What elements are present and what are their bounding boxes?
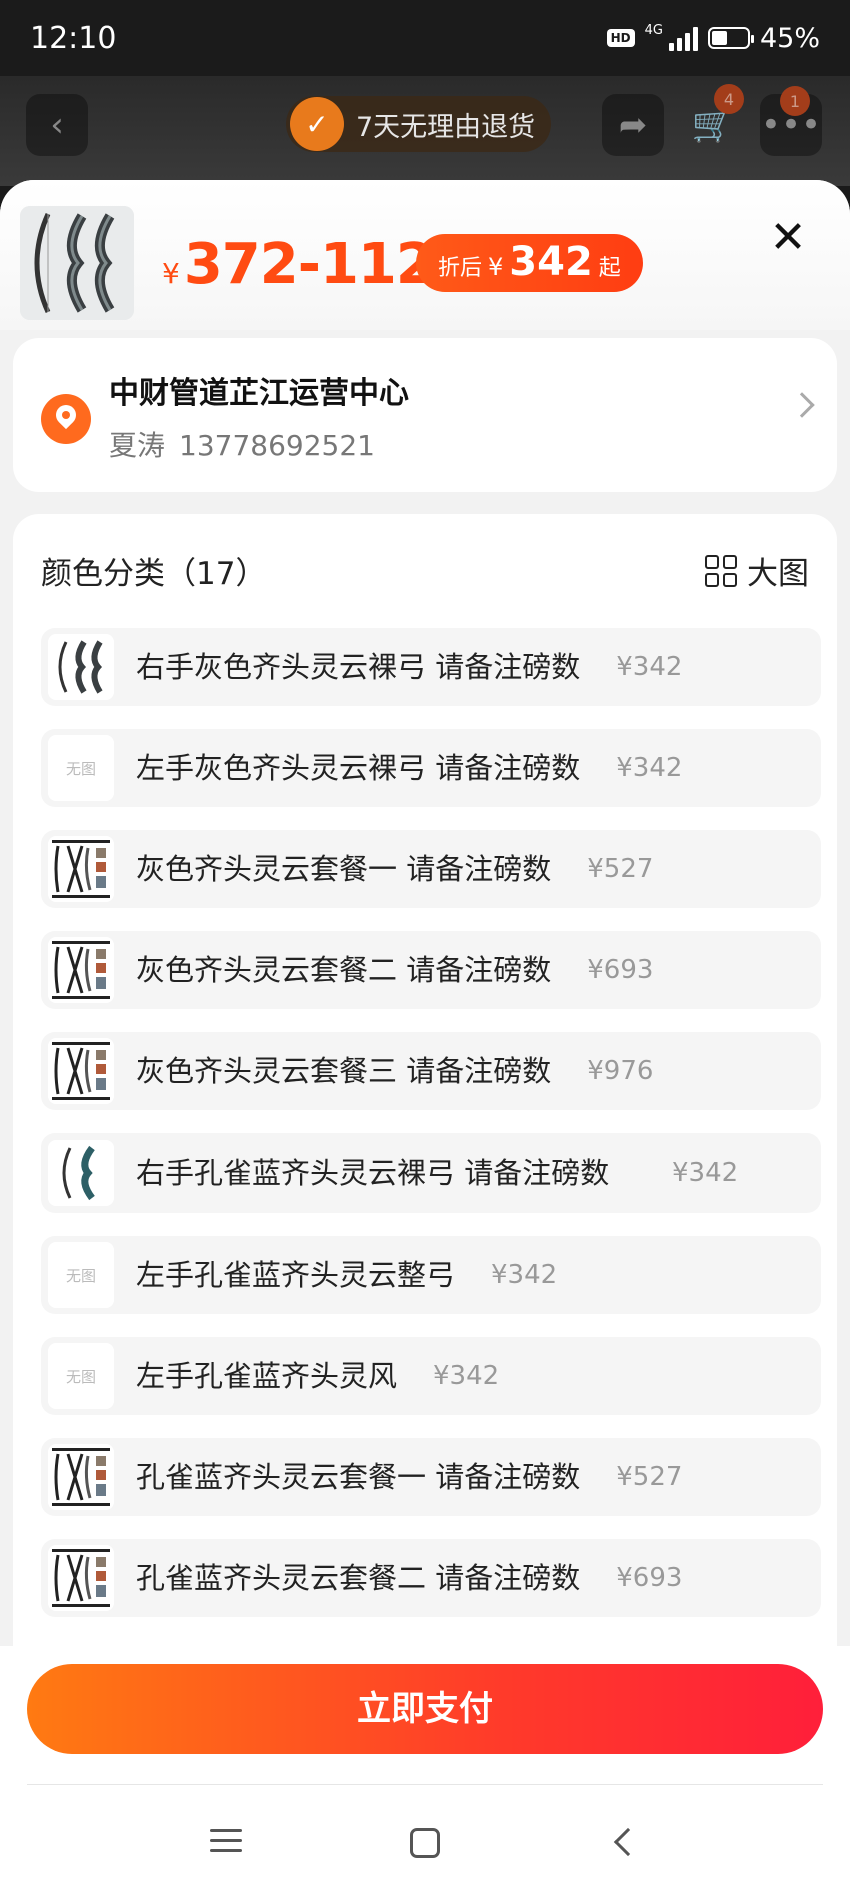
sheet-header: ¥ 372-1126 折后 ¥ 342 起 ✕ bbox=[0, 180, 850, 330]
sku-option-name: 灰色齐头灵云套餐三 请备注磅数 bbox=[136, 1054, 552, 1088]
big-view-label: 大图 bbox=[747, 556, 809, 592]
sku-option-name: 左手灰色齐头灵云裸弓 请备注磅数 bbox=[136, 751, 581, 785]
big-view-toggle[interactable]: 大图 bbox=[705, 548, 809, 593]
cart-count-badge: 4 bbox=[714, 84, 744, 114]
close-button[interactable]: ✕ bbox=[766, 216, 810, 260]
sku-option-price: ¥693 bbox=[587, 955, 654, 985]
sku-option-price: ¥342 bbox=[433, 1361, 500, 1391]
sku-option[interactable]: 灰色齐头灵云套餐一 请备注磅数 ¥527 bbox=[41, 830, 821, 908]
sku-option-price: ¥693 bbox=[616, 1563, 683, 1593]
home-icon[interactable] bbox=[410, 1828, 440, 1858]
location-pin-icon bbox=[41, 394, 91, 444]
system-nav-bar bbox=[0, 1806, 850, 1886]
return-policy-pill: ✓ 7天无理由退货 bbox=[286, 96, 552, 152]
bottom-bar: 立即支付 bbox=[0, 1646, 850, 1889]
sku-option-name: 左手孔雀蓝齐头灵风 bbox=[136, 1359, 398, 1393]
status-indicators: HD 4G 45% bbox=[606, 22, 820, 54]
sku-option-name: 左手孔雀蓝齐头灵云整弓 bbox=[136, 1258, 456, 1292]
sku-thumbnail bbox=[48, 836, 114, 902]
sku-thumbnail bbox=[48, 937, 114, 1003]
back-button[interactable]: ‹ bbox=[26, 94, 88, 156]
sku-option[interactable]: 无图 左手灰色齐头灵云裸弓 请备注磅数 ¥342 bbox=[41, 729, 821, 807]
sku-option-name: 灰色齐头灵云套餐二 请备注磅数 bbox=[136, 953, 552, 987]
product-thumbnail[interactable] bbox=[20, 206, 134, 320]
signal-icon bbox=[668, 25, 698, 51]
chevron-right-icon bbox=[789, 392, 815, 418]
chevron-left-icon: ‹ bbox=[50, 105, 64, 145]
address-name: 中财管道芷江运营中心 bbox=[109, 376, 409, 411]
battery-icon bbox=[707, 27, 754, 49]
background-product-nav: ‹ ✓ 7天无理由退货 ➦ 🛒 4 ••• 1 bbox=[0, 76, 850, 186]
sku-option[interactable]: 右手孔雀蓝齐头灵云裸弓 请备注磅数 ¥342 bbox=[41, 1133, 821, 1213]
sku-option-name: 灰色齐头灵云套餐一 请备注磅数 bbox=[136, 852, 552, 886]
status-bar: 12:10 HD 4G 45% bbox=[0, 0, 850, 76]
divider bbox=[27, 1784, 823, 1785]
sku-selection-sheet: ¥ 372-1126 折后 ¥ 342 起 ✕ 中财管道芷江运营中心 夏涛 137… bbox=[0, 180, 850, 1889]
sku-option-price: ¥527 bbox=[587, 854, 654, 884]
sku-option-list: 右手灰色齐头灵云裸弓 请备注磅数 ¥342 无图 左手灰色齐头灵云裸弓 请备注磅数 ¥3… bbox=[41, 628, 821, 1640]
network-type: 4G bbox=[644, 22, 663, 38]
sku-thumbnail bbox=[48, 1038, 114, 1104]
sku-option-name: 孔雀蓝齐头灵云套餐一 请备注磅数 bbox=[136, 1460, 581, 1494]
sku-option-name: 右手孔雀蓝齐头灵云裸弓 请备注磅数 bbox=[136, 1156, 610, 1190]
status-time: 12:10 bbox=[30, 20, 117, 56]
deal-suffix: 起 bbox=[598, 256, 621, 281]
sku-option-price: ¥342 bbox=[616, 652, 683, 682]
shipping-address-card[interactable]: 中财管道芷江运营中心 夏涛 13778692521 bbox=[13, 338, 837, 492]
price-currency: ¥ bbox=[162, 257, 180, 290]
no-image-placeholder: 无图 bbox=[48, 1343, 114, 1409]
no-image-placeholder: 无图 bbox=[48, 735, 114, 801]
sku-thumbnail bbox=[48, 1444, 114, 1510]
no-image-placeholder: 无图 bbox=[48, 1242, 114, 1308]
sku-option-name: 右手灰色齐头灵云裸弓 请备注磅数 bbox=[136, 650, 581, 684]
deal-currency: ¥ bbox=[488, 253, 504, 281]
sku-option-price: ¥976 bbox=[587, 1056, 654, 1086]
grid-view-icon bbox=[705, 554, 737, 587]
sku-option[interactable]: 无图 左手孔雀蓝齐头灵风 ¥342 bbox=[41, 1337, 821, 1415]
address-recipient: 夏涛 13778692521 bbox=[109, 424, 375, 464]
sku-thumbnail bbox=[48, 1140, 114, 1206]
return-policy-text: 7天无理由退货 bbox=[356, 111, 536, 143]
sku-option-price: ¥527 bbox=[616, 1462, 683, 1492]
shield-check-icon: ✓ bbox=[290, 97, 344, 151]
sku-option[interactable]: 无图 左手孔雀蓝齐头灵云整弓 ¥342 bbox=[41, 1236, 821, 1314]
sku-option-price: ¥342 bbox=[491, 1260, 558, 1290]
recipient-name: 夏涛 bbox=[109, 429, 166, 462]
sku-thumbnail bbox=[48, 1545, 114, 1611]
share-icon: ➦ bbox=[618, 105, 648, 145]
sku-section-title: 颜色分类（17） bbox=[41, 556, 267, 592]
sku-option-price: ¥342 bbox=[672, 1158, 739, 1188]
close-icon: ✕ bbox=[769, 212, 807, 263]
sku-option[interactable]: 孔雀蓝齐头灵云套餐一 请备注磅数 ¥527 bbox=[41, 1438, 821, 1516]
sku-option[interactable]: 孔雀蓝齐头灵云套餐二 请备注磅数 ¥693 bbox=[41, 1539, 821, 1617]
sku-option[interactable]: 灰色齐头灵云套餐二 请备注磅数 ¥693 bbox=[41, 931, 821, 1009]
sku-option[interactable]: 右手灰色齐头灵云裸弓 请备注磅数 ¥342 bbox=[41, 628, 821, 706]
sku-option[interactable]: 灰色齐头灵云套餐三 请备注磅数 ¥976 bbox=[41, 1032, 821, 1110]
deal-prefix: 折后 bbox=[438, 256, 483, 281]
battery-percent: 45% bbox=[759, 22, 820, 54]
sku-thumbnail bbox=[48, 634, 114, 700]
menu-icon[interactable] bbox=[206, 1822, 246, 1862]
sku-option-name: 孔雀蓝齐头灵云套餐二 请备注磅数 bbox=[136, 1561, 581, 1595]
sku-option-price: ¥342 bbox=[616, 753, 683, 783]
recipient-phone: 13778692521 bbox=[179, 429, 375, 462]
deal-price: 342 bbox=[509, 239, 593, 285]
pay-now-button[interactable]: 立即支付 bbox=[27, 1664, 823, 1754]
share-button[interactable]: ➦ bbox=[602, 94, 664, 156]
message-count-badge: 1 bbox=[780, 86, 810, 116]
bow-image-icon bbox=[20, 206, 134, 320]
back-icon[interactable] bbox=[613, 1827, 643, 1857]
discount-price-badge: 折后 ¥ 342 起 bbox=[416, 234, 643, 292]
hd-badge: HD bbox=[606, 29, 635, 47]
